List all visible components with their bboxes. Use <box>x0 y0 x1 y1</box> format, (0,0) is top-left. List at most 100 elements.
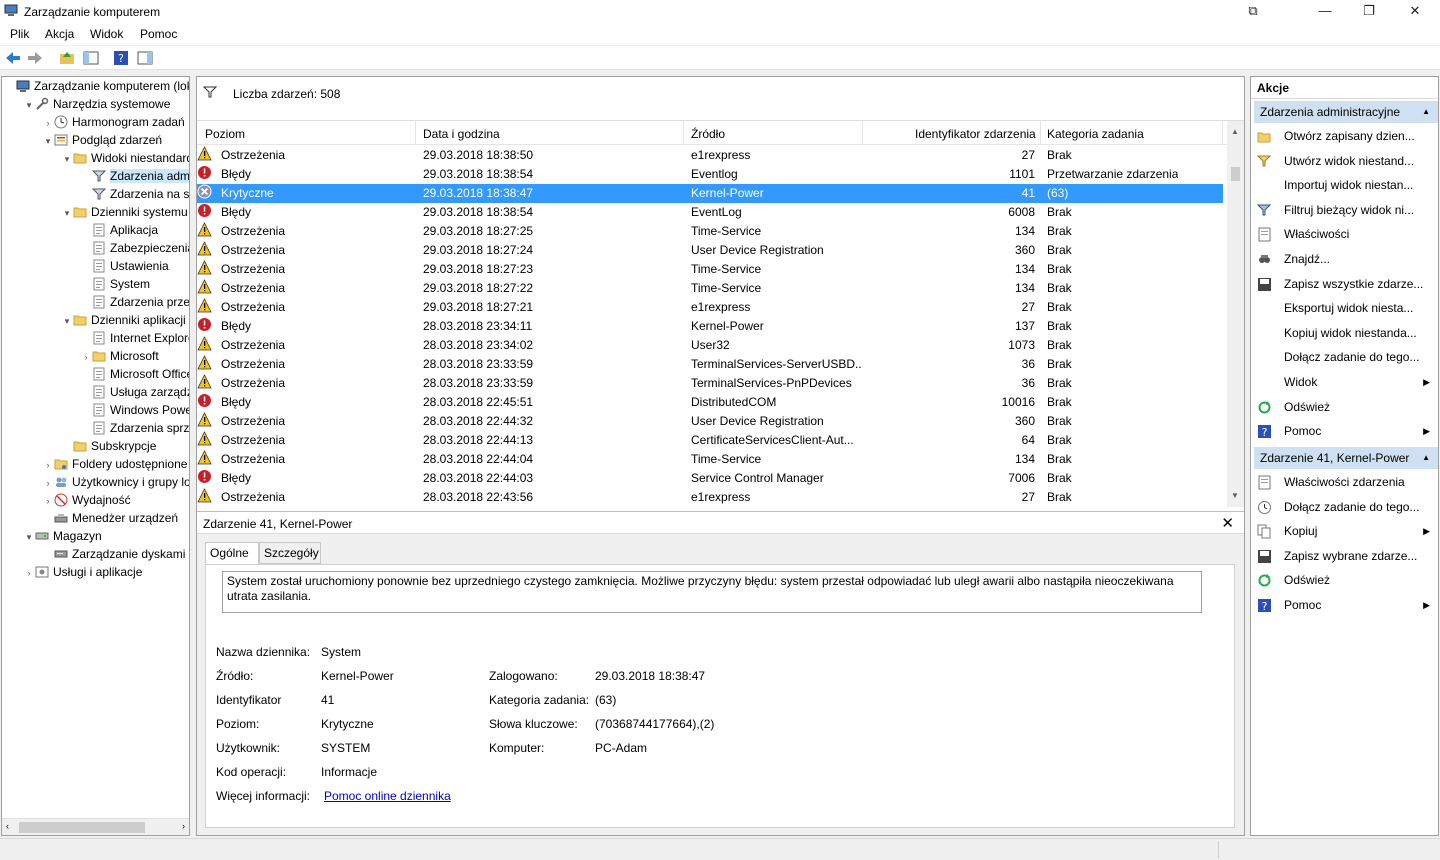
action-item[interactable]: Odśwież <box>1251 568 1438 592</box>
table-row[interactable]: Ostrzeżenia 29.03.2018 18:27:21 e1rexpress… <box>197 298 1223 317</box>
action-item[interactable]: Właściwości <box>1251 222 1438 246</box>
table-row[interactable]: Ostrzeżenia 28.03.2018 22:44:32 User Devic… <box>197 412 1223 431</box>
action-item[interactable]: Znajdź... <box>1251 247 1438 271</box>
tree-node[interactable]: ▾ Widoki niestandardo <box>61 149 189 168</box>
action-item[interactable]: Zapisz wybrane zdarze... <box>1251 544 1438 568</box>
action-item[interactable]: ? Pomoc ▶ <box>1251 419 1438 443</box>
tree-node[interactable]: Ustawienia <box>80 257 169 275</box>
up-folder-icon[interactable] <box>58 50 76 66</box>
console-tree-icon[interactable] <box>82 50 100 66</box>
table-row[interactable]: Ostrzeżenia 28.03.2018 22:43:56 e1rexpress… <box>197 488 1223 507</box>
tree-node[interactable]: › Foldery udostępnione <box>42 455 188 474</box>
pin-icon[interactable]: ⧉ <box>1230 0 1276 24</box>
tab-general[interactable]: Ogólne <box>205 542 259 564</box>
scroll-down-icon[interactable]: ▼ <box>1231 491 1239 500</box>
collapsed-chevron-icon[interactable]: › <box>42 456 54 474</box>
expanded-chevron-icon[interactable]: ▾ <box>61 150 73 168</box>
menu-plik[interactable]: Plik <box>10 27 29 41</box>
action-item[interactable]: Kopiuj ▶ <box>1251 519 1438 543</box>
table-row[interactable]: Ostrzeżenia 28.03.2018 22:44:13 Certificat… <box>197 431 1223 450</box>
collapsed-chevron-icon[interactable]: › <box>42 492 54 510</box>
tree-node[interactable]: ▾ Podgląd zdarzeń <box>42 131 162 149</box>
tree-node[interactable]: System <box>80 275 150 293</box>
scroll-thumb[interactable] <box>1231 167 1240 181</box>
table-row[interactable]: Błędy 29.03.2018 18:38:54 EventLog 6008 Brak <box>197 203 1223 222</box>
tree-node[interactable]: Zarządzanie komputerem (loka <box>4 77 189 95</box>
action-item[interactable]: Importuj widok niestan... <box>1251 173 1438 197</box>
table-row[interactable]: Ostrzeżenia 28.03.2018 23:33:59 TerminalSe… <box>197 374 1223 393</box>
column-header-source[interactable]: Źródło <box>691 127 725 141</box>
action-item[interactable]: Właściwości zdarzenia <box>1251 470 1438 494</box>
tree-node[interactable]: Zabezpieczenia <box>80 239 189 257</box>
column-header-level[interactable]: Poziom <box>205 127 245 141</box>
table-row[interactable]: Ostrzeżenia 28.03.2018 23:34:02 User32 1073… <box>197 336 1223 355</box>
expanded-chevron-icon[interactable]: ▾ <box>23 96 35 114</box>
back-arrow-icon[interactable] <box>4 50 22 66</box>
column-header-date[interactable]: Data i godzina <box>423 127 500 141</box>
minimize-button[interactable]: — <box>1302 0 1348 24</box>
menu-widok[interactable]: Widok <box>90 27 123 41</box>
tree-node[interactable]: › Wydajność <box>42 491 131 509</box>
table-row[interactable]: Ostrzeżenia 29.03.2018 18:27:24 User Devic… <box>197 241 1223 260</box>
close-button[interactable]: ✕ <box>1392 0 1438 24</box>
tree-node[interactable]: ▾ Dzienniki systemu W <box>61 203 189 222</box>
expanded-chevron-icon[interactable]: ▾ <box>23 528 35 546</box>
online-help-link[interactable]: Pomoc online dziennika <box>324 789 451 803</box>
action-item[interactable]: Filtruj bieżący widok ni... <box>1251 198 1438 222</box>
table-row[interactable]: Błędy 28.03.2018 22:44:03 Service Control … <box>197 469 1223 488</box>
action-item[interactable]: Odśwież <box>1251 395 1438 419</box>
action-item[interactable]: Dołącz zadanie do tego... <box>1251 345 1438 369</box>
table-row[interactable]: Błędy 28.03.2018 22:45:51 DistributedCOM 10… <box>197 393 1223 412</box>
tree-node[interactable]: Aplikacja <box>80 221 158 239</box>
tree-node[interactable]: Subskrypcje <box>61 437 156 455</box>
table-row[interactable]: Ostrzeżenia 29.03.2018 18:27:25 Time-Servi… <box>197 222 1223 241</box>
tree-node[interactable]: ▾ Narzędzia systemowe <box>23 95 171 114</box>
table-row[interactable]: Błędy 29.03.2018 18:38:54 Eventlog 1101 Prze… <box>197 165 1223 184</box>
table-row[interactable]: Ostrzeżenia 28.03.2018 22:44:04 Time-Servi… <box>197 450 1223 469</box>
action-item[interactable]: Dołącz zadanie do tego... <box>1251 495 1438 519</box>
collapsed-chevron-icon[interactable]: › <box>42 474 54 492</box>
tree-node[interactable]: ▾ Dzienniki aplikacji i u <box>61 311 189 330</box>
actions-section-admin-events[interactable]: Zdarzenia administracyjne ▲ <box>1254 101 1438 123</box>
expanded-chevron-icon[interactable]: ▾ <box>61 204 73 222</box>
tree-node[interactable]: › Harmonogram zadań <box>42 113 185 131</box>
events-scrollbar[interactable]: ▲ ▼ <box>1227 121 1244 507</box>
scroll-up-icon[interactable]: ▲ <box>1231 127 1239 136</box>
tree-node[interactable]: Zdarzenia admir <box>80 167 189 185</box>
tree-node[interactable]: Microsoft Office <box>80 365 189 383</box>
scroll-right-icon[interactable]: › <box>182 821 185 831</box>
maximize-button[interactable]: ❐ <box>1346 0 1392 24</box>
tree-node[interactable]: Zdarzenia przesy <box>80 293 189 311</box>
action-item[interactable]: Utwórz widok niestand... <box>1251 149 1438 173</box>
action-item[interactable]: Eksportuj widok niesta... <box>1251 296 1438 320</box>
scroll-left-icon[interactable]: ‹ <box>6 821 9 831</box>
collapsed-chevron-icon[interactable]: › <box>80 348 92 366</box>
action-item[interactable]: Widok ▶ <box>1251 370 1438 394</box>
table-row[interactable]: Ostrzeżenia 29.03.2018 18:38:50 e1rexpress… <box>197 146 1223 165</box>
action-item[interactable]: ? Pomoc ▶ <box>1251 593 1438 617</box>
tree-node[interactable]: Zdarzenia na stro <box>80 185 189 203</box>
tree-node[interactable]: Internet Explorer <box>80 329 189 347</box>
action-item[interactable]: Zapisz wszystkie zdarze... <box>1251 272 1438 296</box>
collapse-up-icon[interactable]: ▲ <box>1422 453 1430 462</box>
actions-section-event-41[interactable]: Zdarzenie 41, Kernel-Power ▲ <box>1254 447 1438 469</box>
forward-arrow-icon[interactable] <box>26 50 44 66</box>
table-row[interactable]: Błędy 28.03.2018 23:34:11 Kernel-Power 137 B… <box>197 317 1223 336</box>
expanded-chevron-icon[interactable]: ▾ <box>42 132 54 150</box>
event-description[interactable]: System został uruchomiony ponownie bez u… <box>222 571 1202 613</box>
column-header-task-category[interactable]: Kategoria zadania <box>1047 127 1144 141</box>
tree-node[interactable]: ▾ Magazyn <box>23 527 102 545</box>
column-header-event-id[interactable]: Identyfikator zdarzenia <box>915 127 1036 141</box>
table-row[interactable]: Ostrzeżenia 29.03.2018 18:27:22 Time-Servi… <box>197 279 1223 298</box>
collapsed-chevron-icon[interactable]: › <box>23 564 35 582</box>
action-pane-icon[interactable] <box>136 50 154 66</box>
expanded-chevron-icon[interactable]: ▾ <box>61 312 73 330</box>
tree-node[interactable]: › Usługi i aplikacje <box>23 563 143 582</box>
tree-node[interactable]: › Użytkownicy i grupy lok <box>42 473 190 491</box>
action-item[interactable]: Otwórz zapisany dzien... <box>1251 124 1438 148</box>
tree-horizontal-scrollbar[interactable]: ‹ › <box>2 818 189 835</box>
tree-node[interactable]: Zarządzanie dyskami <box>42 545 185 563</box>
table-row[interactable]: Ostrzeżenia 29.03.2018 18:27:23 Time-Servi… <box>197 260 1223 279</box>
action-item[interactable]: Kopiuj widok niestanda... <box>1251 321 1438 345</box>
collapse-up-icon[interactable]: ▲ <box>1422 107 1430 116</box>
